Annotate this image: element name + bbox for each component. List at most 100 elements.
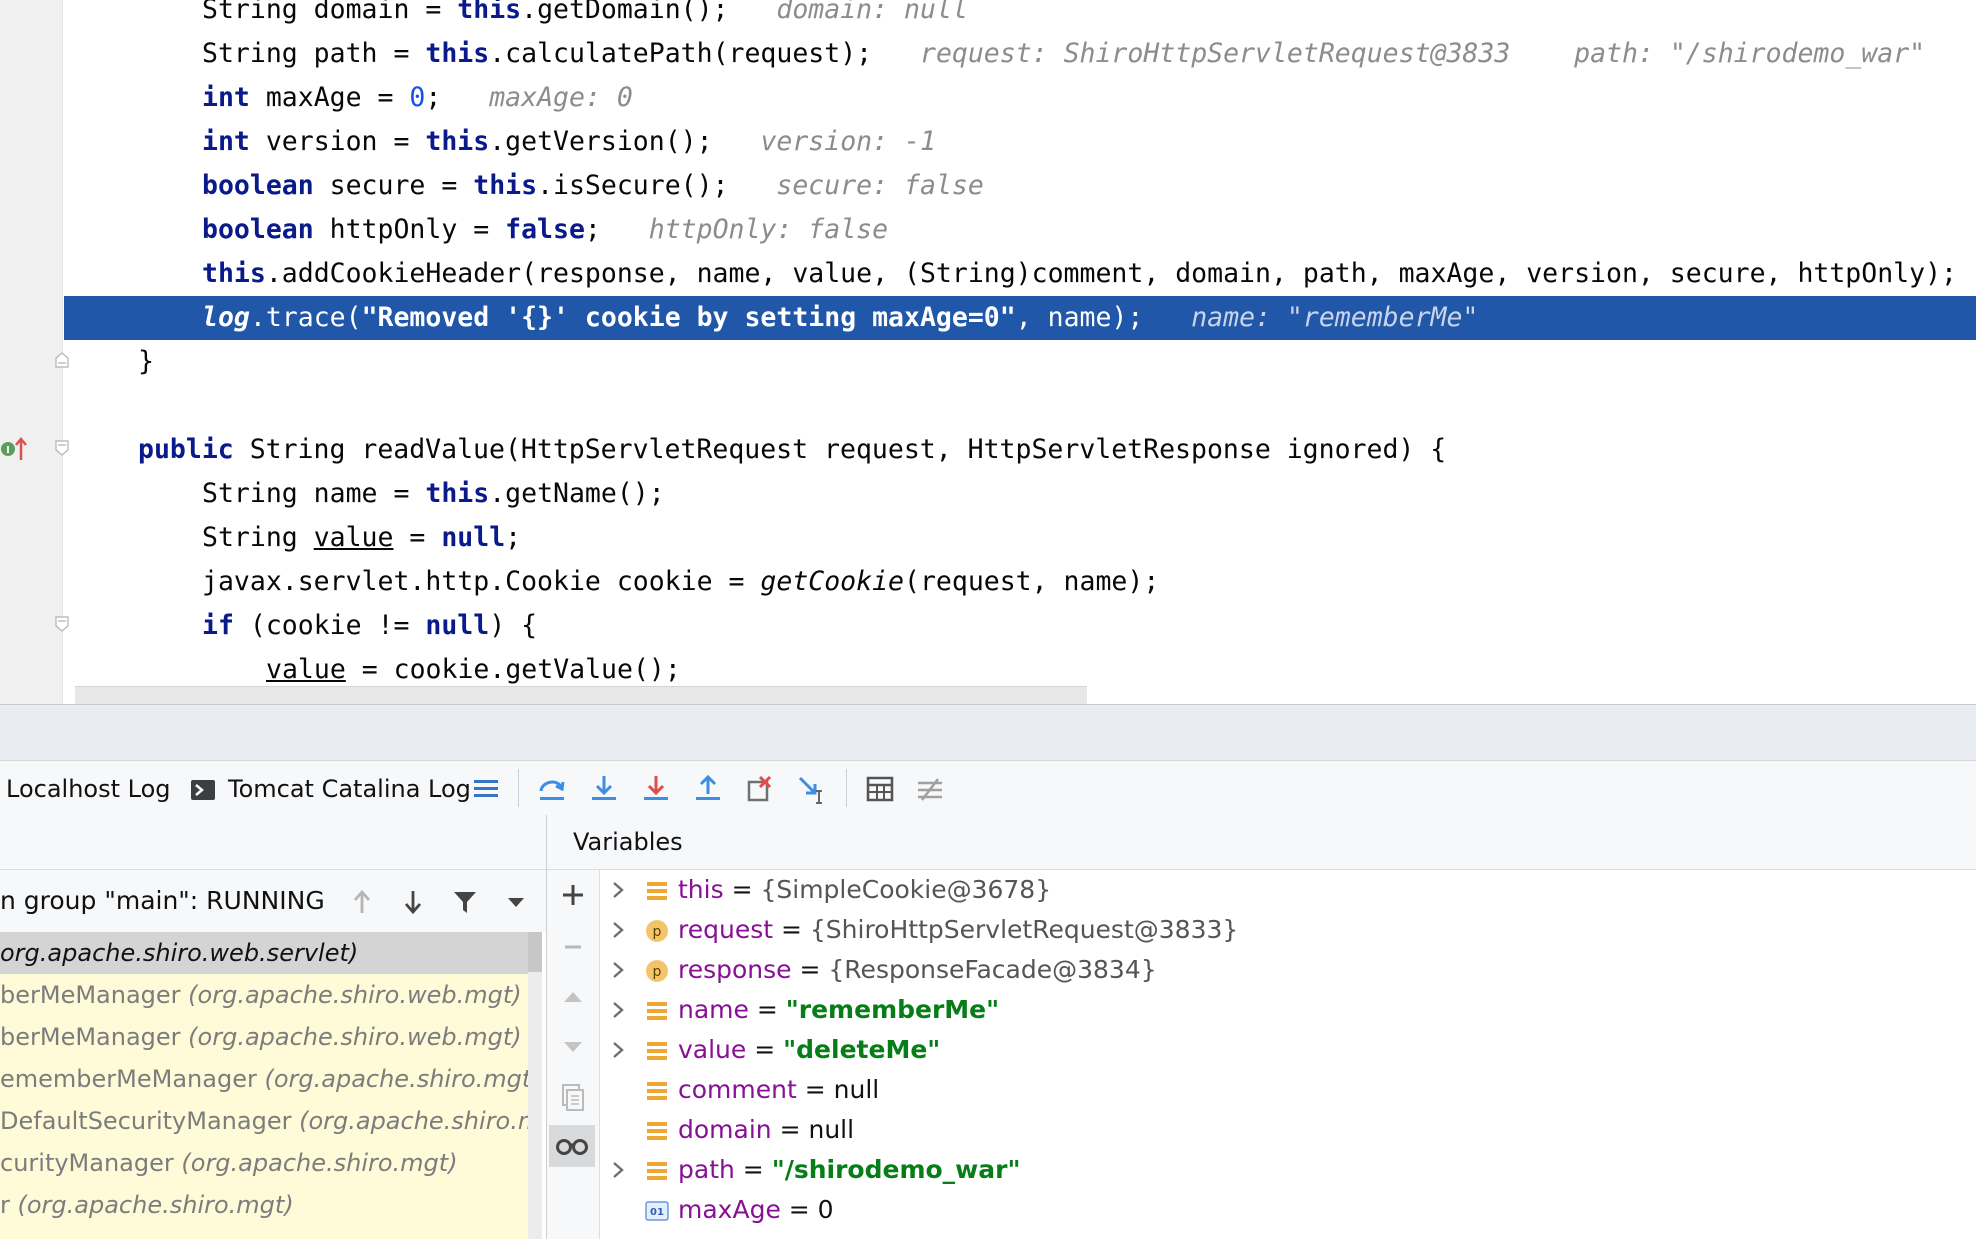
code-token: .getName(); bbox=[489, 478, 665, 509]
frame-item[interactable]: curityManager (org.apache.shiro.mgt) bbox=[0, 1142, 528, 1184]
frame-item[interactable]: org.apache.shiro.web.servlet) bbox=[0, 932, 528, 974]
tab-tomcat-catalina-log[interactable]: Tomcat Catalina Log bbox=[228, 775, 471, 803]
frame-method: berMeManager bbox=[0, 981, 189, 1009]
code-line[interactable]: String name = this.getName(); bbox=[0, 472, 665, 516]
copy-icon[interactable] bbox=[557, 1081, 589, 1113]
field-icon bbox=[647, 1002, 667, 1020]
step-into-icon[interactable] bbox=[588, 773, 620, 805]
chevron-right-icon[interactable] bbox=[608, 1000, 628, 1020]
run-to-cursor-icon[interactable] bbox=[796, 773, 828, 805]
frames-scrollbar[interactable] bbox=[528, 932, 542, 1239]
chevron-right-icon[interactable] bbox=[608, 920, 628, 940]
current-execution-line[interactable]: log.trace("Removed '{}' cookie by settin… bbox=[64, 296, 1976, 340]
step-over-icon[interactable] bbox=[536, 773, 568, 805]
code-line[interactable]: if (cookie != null) { bbox=[0, 604, 537, 648]
code-token: secure = bbox=[313, 170, 474, 201]
variable-name: response bbox=[678, 955, 792, 984]
variable-value: null bbox=[808, 1115, 855, 1144]
thread-selector[interactable]: n group "main": RUNNING bbox=[0, 886, 325, 915]
variable-text: value = "deleteMe" bbox=[678, 1030, 940, 1070]
code-token: boolean bbox=[202, 170, 314, 201]
code-line[interactable]: String domain = this.getDomain(); domain… bbox=[0, 0, 968, 32]
code-token: .trace( bbox=[249, 302, 362, 333]
equals-sign: = bbox=[723, 875, 761, 904]
code-line[interactable]: int version = this.getVersion(); version… bbox=[0, 120, 936, 164]
code-token: this bbox=[457, 0, 522, 25]
code-token: this bbox=[473, 170, 538, 201]
chevron-right-icon[interactable] bbox=[608, 880, 628, 900]
thread-selector-bar: n group "main": RUNNING bbox=[0, 870, 546, 932]
frame-item[interactable]: r (org.apache.shiro.mgt) bbox=[0, 1184, 528, 1226]
frames-panel: n group "main": RUNNING org.apache.shiro… bbox=[0, 815, 546, 1239]
variable-text: comment = null bbox=[678, 1070, 879, 1110]
variables-side-toolbar bbox=[547, 869, 600, 1239]
parameter-icon: p bbox=[646, 920, 668, 942]
svg-text:p: p bbox=[653, 924, 662, 940]
code-token: this bbox=[202, 258, 266, 289]
code-line[interactable] bbox=[0, 384, 138, 428]
show-watches-toggle[interactable] bbox=[549, 1125, 595, 1167]
frame-package: (org.apache.shiro.mgt) bbox=[181, 1149, 458, 1177]
equals-sign: = bbox=[773, 915, 810, 944]
chevron-right-icon[interactable] bbox=[608, 1040, 628, 1060]
frame-list[interactable]: org.apache.shiro.web.servlet) berMeManage… bbox=[0, 932, 528, 1239]
chevron-right-icon[interactable] bbox=[608, 960, 628, 980]
code-token: ; bbox=[425, 82, 490, 113]
arrow-down-icon[interactable] bbox=[399, 888, 427, 916]
code-line[interactable]: boolean httpOnly = false; httpOnly: fals… bbox=[0, 208, 888, 252]
force-step-into-icon[interactable] bbox=[640, 773, 672, 805]
step-out-icon[interactable] bbox=[692, 773, 724, 805]
remove-watch-icon[interactable] bbox=[557, 931, 589, 963]
move-up-icon[interactable] bbox=[557, 981, 589, 1013]
trace-stream-icon[interactable] bbox=[914, 773, 946, 805]
frame-item[interactable]: ememberMeManager (org.apache.shiro.mgt) bbox=[0, 1058, 528, 1100]
equals-sign: = bbox=[746, 1035, 784, 1064]
add-watch-icon[interactable] bbox=[557, 879, 589, 911]
tab-localhost-log[interactable]: Localhost Log bbox=[6, 775, 171, 803]
drop-frame-icon[interactable] bbox=[744, 773, 776, 805]
chevron-down-icon[interactable] bbox=[502, 888, 530, 916]
arrow-up-icon[interactable] bbox=[348, 888, 376, 916]
show-execution-point-icon[interactable] bbox=[470, 773, 502, 805]
variable-name: value bbox=[678, 1035, 747, 1064]
code-token: this bbox=[425, 478, 490, 509]
code-line[interactable]: public String readValue(HttpServletReque… bbox=[0, 428, 1446, 472]
variable-name: this bbox=[678, 875, 724, 904]
glasses-icon bbox=[556, 1139, 588, 1155]
code-line[interactable]: String path = this.calculatePath(request… bbox=[0, 32, 1925, 76]
panel-splitter[interactable] bbox=[0, 704, 1976, 761]
variables-header: Variables bbox=[547, 815, 1976, 870]
frames-scrollbar-thumb[interactable] bbox=[528, 932, 542, 972]
variable-value: "/shirodemo_war" bbox=[771, 1155, 1021, 1184]
variable-text: this = {SimpleCookie@3678} bbox=[678, 870, 1051, 910]
code-token: String bbox=[202, 522, 314, 553]
variable-text: response = {ResponseFacade@3834} bbox=[678, 950, 1157, 990]
variables-list[interactable]: this = {SimpleCookie@3678} p request = {Sh… bbox=[600, 870, 1976, 1239]
field-icon bbox=[647, 1122, 667, 1140]
code-token: public bbox=[138, 434, 234, 465]
frame-method: curityManager bbox=[0, 1149, 182, 1177]
filter-icon[interactable] bbox=[451, 888, 479, 916]
code-line[interactable]: boolean secure = this.isSecure(); secure… bbox=[0, 164, 984, 208]
frame-item[interactable]: berMeManager (org.apache.shiro.web.mgt) bbox=[0, 1016, 528, 1058]
move-down-icon[interactable] bbox=[557, 1031, 589, 1063]
evaluate-expression-icon[interactable] bbox=[864, 773, 896, 805]
frame-item[interactable]: berMeManager (org.apache.shiro.web.mgt) bbox=[0, 974, 528, 1016]
code-line[interactable]: this.addCookieHeader(response, name, val… bbox=[0, 252, 1957, 296]
code-line[interactable]: } bbox=[0, 340, 154, 384]
code-line[interactable]: String value = null; bbox=[0, 516, 521, 560]
code-token: int bbox=[202, 82, 250, 113]
chevron-right-icon[interactable] bbox=[608, 1160, 628, 1180]
frame-item[interactable]: DefaultSecurityManager (org.apache.shiro… bbox=[0, 1100, 528, 1142]
variable-value: {SimpleCookie@3678} bbox=[760, 875, 1052, 904]
code-token: value bbox=[266, 654, 346, 685]
code-token: String path = bbox=[202, 38, 426, 69]
primitive-icon: 01 bbox=[645, 1201, 669, 1221]
code-line[interactable]: int maxAge = 0; maxAge: 0 bbox=[0, 76, 633, 120]
code-editor[interactable]: I String domain = this.getDomain(); doma… bbox=[0, 0, 1976, 704]
inline-debug-value: name: "rememberMe" bbox=[1191, 302, 1479, 333]
code-token: false bbox=[505, 214, 585, 245]
code-token: (request, name); bbox=[904, 566, 1160, 597]
code-line[interactable]: javax.servlet.http.Cookie cookie = getCo… bbox=[0, 560, 1159, 604]
frame-method: berMeManager bbox=[0, 1023, 189, 1051]
